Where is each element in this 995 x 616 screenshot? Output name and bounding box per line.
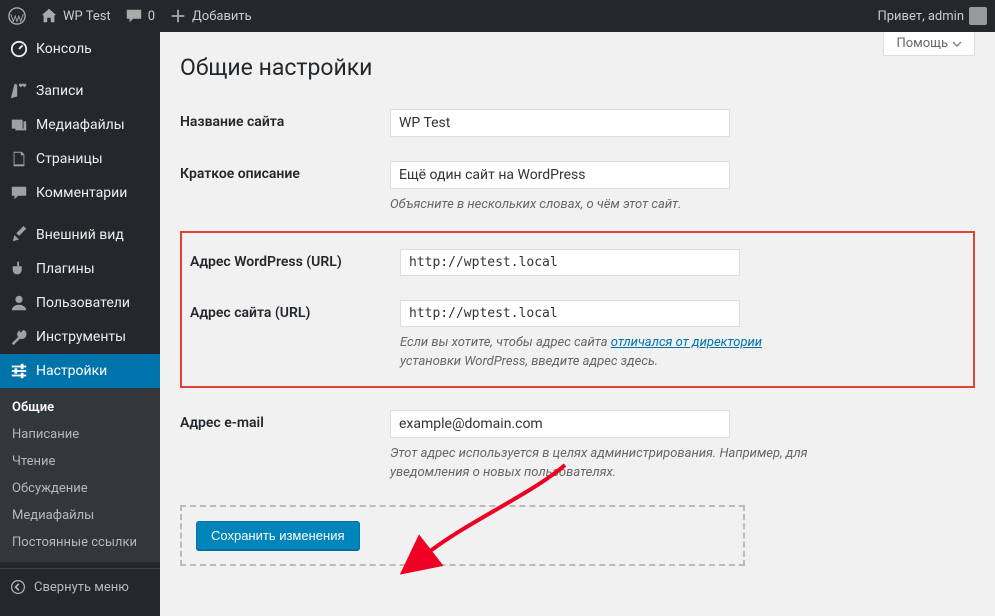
wp-url-input[interactable]: [400, 249, 740, 276]
sidebar-item-label: Настройки: [36, 363, 107, 379]
site-title-label: Название сайта: [180, 109, 390, 130]
submenu-item-general[interactable]: Общие: [0, 394, 160, 421]
highlighted-url-box: Адрес WordPress (URL) Адрес сайта (URL) …: [180, 231, 975, 388]
site-title-input[interactable]: [390, 109, 730, 137]
row-wp-url: Адрес WordPress (URL): [190, 239, 965, 290]
site-url-label: Адрес сайта (URL): [190, 300, 400, 321]
tagline-description: Объясните в нескольких словах, о чём это…: [390, 195, 810, 215]
help-label: Помощь: [896, 36, 948, 51]
site-url-description: Если вы хотите, чтобы адрес сайта отлича…: [400, 333, 820, 372]
sidebar-item-label: Пользователи: [36, 295, 130, 311]
main-content: Помощь Общие настройки Название сайта Кр…: [160, 32, 995, 616]
submenu-item-writing[interactable]: Написание: [0, 421, 160, 448]
submenu-item-discussion[interactable]: Обсуждение: [0, 475, 160, 502]
add-new-label: Добавить: [192, 9, 252, 24]
submit-area: Сохранить изменения: [180, 505, 745, 566]
save-button[interactable]: Сохранить изменения: [196, 521, 360, 550]
sidebar-item-users[interactable]: Пользователи: [0, 286, 160, 320]
sidebar-item-label: Внешний вид: [36, 227, 124, 243]
email-input[interactable]: [390, 410, 730, 438]
user-greeting-link[interactable]: Привет, admin: [877, 7, 987, 25]
sidebar-item-label: Плагины: [36, 261, 95, 277]
sidebar-item-label: Комментарии: [36, 185, 127, 201]
sidebar-item-appearance[interactable]: Внешний вид: [0, 218, 160, 252]
sidebar-item-settings[interactable]: Настройки: [0, 354, 160, 388]
row-email: Адрес e-mail Этот адрес используется в ц…: [180, 398, 975, 495]
sidebar-item-dashboard[interactable]: Консоль: [0, 32, 160, 66]
wp-url-label: Адрес WordPress (URL): [190, 249, 400, 270]
sidebar-item-plugins[interactable]: Плагины: [0, 252, 160, 286]
submenu-item-media[interactable]: Медиафайлы: [0, 502, 160, 529]
row-tagline: Краткое описание Объясните в нескольких …: [180, 149, 975, 227]
site-name: WP Test: [63, 9, 111, 24]
help-tab[interactable]: Помощь: [883, 32, 975, 56]
row-site-title: Название сайта: [180, 97, 975, 149]
tagline-label: Краткое описание: [180, 161, 390, 182]
collapse-label: Свернуть меню: [34, 580, 129, 595]
settings-submenu: Общие Написание Чтение Обсуждение Медиаф…: [0, 388, 160, 562]
submenu-item-permalinks[interactable]: Постоянные ссылки: [0, 529, 160, 556]
collapse-menu[interactable]: Свернуть меню: [0, 568, 160, 605]
add-new-link[interactable]: Добавить: [169, 7, 252, 25]
comments-link[interactable]: 0: [125, 7, 155, 25]
email-description: Этот адрес используется в целях админист…: [390, 444, 810, 483]
site-url-input[interactable]: [400, 300, 740, 327]
site-url-help-link[interactable]: отличался от директории: [611, 335, 762, 350]
admin-bar: WP Test 0 Добавить Привет, admin: [0, 0, 995, 32]
sidebar-item-posts[interactable]: Записи: [0, 74, 160, 108]
row-site-url: Адрес сайта (URL) Если вы хотите, чтобы …: [190, 290, 965, 386]
avatar: [969, 7, 987, 25]
sidebar-item-label: Консоль: [36, 41, 92, 57]
sidebar-item-tools[interactable]: Инструменты: [0, 320, 160, 354]
sidebar-item-label: Страницы: [36, 151, 103, 167]
sidebar-item-media[interactable]: Медиафайлы: [0, 108, 160, 142]
email-label: Адрес e-mail: [180, 410, 390, 431]
sidebar-item-pages[interactable]: Страницы: [0, 142, 160, 176]
sidebar-item-label: Медиафайлы: [36, 117, 125, 133]
sidebar-item-label: Записи: [36, 83, 84, 99]
user-greeting: Привет, admin: [877, 9, 964, 24]
submenu-item-reading[interactable]: Чтение: [0, 448, 160, 475]
comments-count: 0: [148, 9, 155, 24]
tagline-input[interactable]: [390, 161, 730, 189]
wp-logo[interactable]: [8, 7, 26, 25]
site-home-link[interactable]: WP Test: [40, 7, 111, 25]
sidebar-item-label: Инструменты: [36, 329, 126, 345]
sidebar-item-comments[interactable]: Комментарии: [0, 176, 160, 210]
page-title: Общие настройки: [180, 54, 975, 81]
admin-sidebar: Консоль Записи Медиафайлы Страницы Комме…: [0, 32, 160, 616]
